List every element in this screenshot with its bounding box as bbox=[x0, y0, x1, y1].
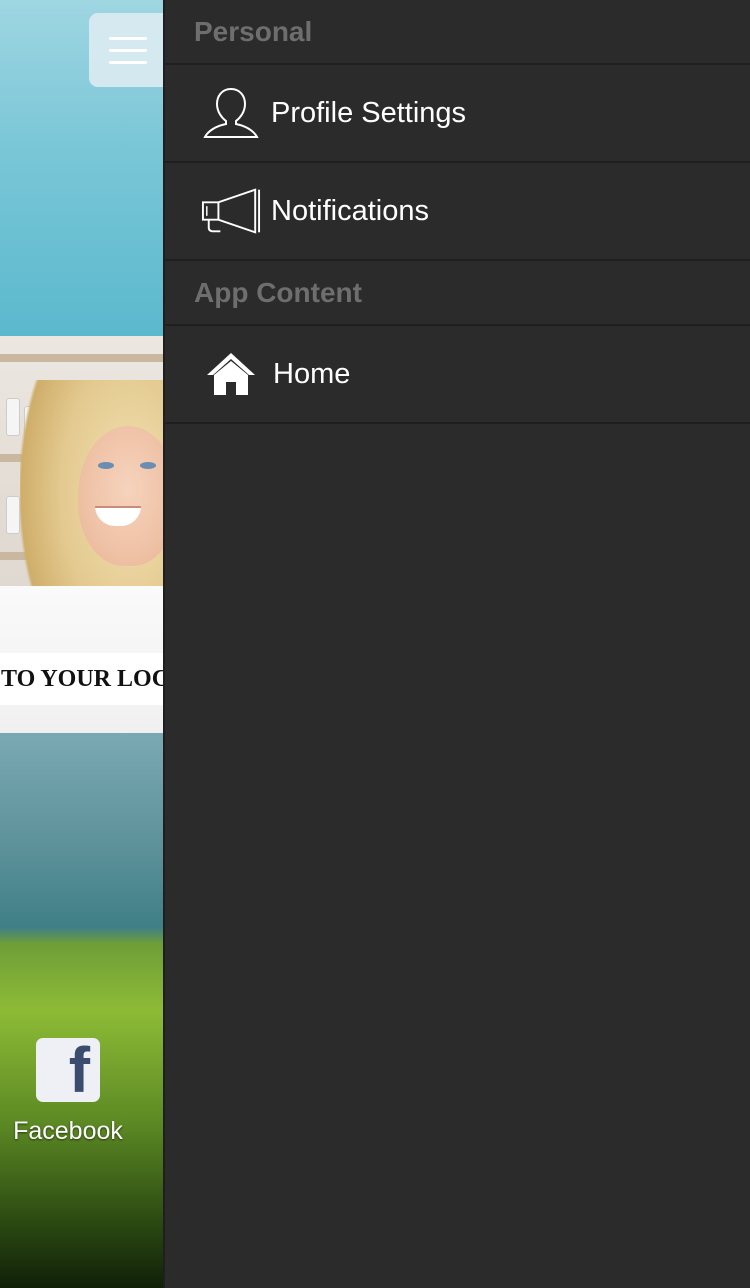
facebook-label: Facebook bbox=[13, 1117, 123, 1145]
facebook-button[interactable]: f bbox=[36, 1038, 100, 1102]
user-outline-icon bbox=[201, 83, 261, 143]
photo-face bbox=[78, 426, 163, 566]
promo-banner-text: TO YOUR LOC bbox=[0, 653, 163, 705]
pharmacist-photo-panel: TO YOUR LOC bbox=[0, 336, 163, 733]
menu-toggle-button[interactable] bbox=[89, 13, 163, 87]
menu-item-notifications[interactable]: Notifications bbox=[165, 163, 750, 261]
menu-item-label: Notifications bbox=[271, 194, 429, 227]
grass-field-panel bbox=[0, 733, 163, 1288]
section-header-personal: Personal bbox=[165, 0, 750, 65]
hamburger-icon bbox=[109, 37, 147, 73]
section-header-app-content: App Content bbox=[165, 261, 750, 326]
menu-item-label: Home bbox=[273, 357, 351, 390]
background-app-content: TO YOUR LOC f Facebook bbox=[0, 0, 163, 1288]
facebook-icon: f bbox=[68, 1034, 90, 1106]
megaphone-icon bbox=[201, 181, 261, 241]
navigation-drawer: Personal Profile Settings Notifications … bbox=[163, 0, 750, 1288]
menu-item-home[interactable]: Home bbox=[165, 326, 750, 424]
menu-item-profile-settings[interactable]: Profile Settings bbox=[165, 65, 750, 163]
home-icon bbox=[201, 344, 261, 404]
menu-item-label: Profile Settings bbox=[271, 96, 467, 129]
